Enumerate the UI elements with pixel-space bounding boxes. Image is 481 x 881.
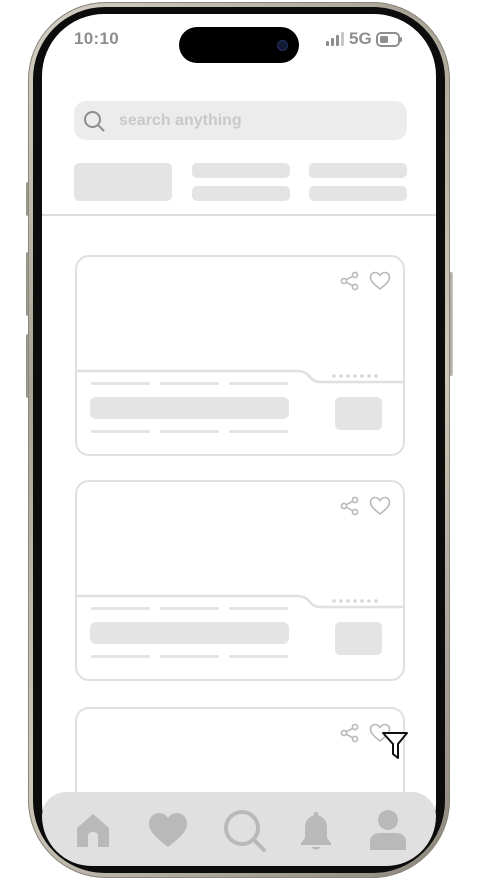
card-text-line [160, 655, 219, 658]
share-icon[interactable] [340, 496, 360, 516]
filter-chip-line[interactable] [309, 163, 407, 178]
filter-chip-line[interactable] [309, 186, 407, 201]
share-icon[interactable] [340, 723, 360, 743]
filter-chip-primary[interactable] [74, 163, 172, 201]
network-type: 5G [349, 29, 372, 48]
card-text-line [160, 382, 219, 385]
card-text-line [91, 430, 150, 433]
card-title-bar [90, 397, 289, 419]
card-text-line [229, 655, 288, 658]
search-icon[interactable] [223, 809, 267, 853]
status-indicators: 5G [326, 29, 403, 49]
front-camera [277, 40, 288, 51]
card-action-button[interactable] [335, 397, 382, 430]
status-time: 10:10 [74, 29, 119, 48]
card-text-line [160, 430, 219, 433]
signal-icon [326, 32, 344, 46]
heart-icon[interactable] [147, 811, 189, 849]
search-icon [84, 111, 105, 132]
card-text-line [160, 607, 219, 610]
heart-icon[interactable] [369, 271, 391, 291]
card-image-divider [76, 594, 405, 609]
filter-chip-line[interactable] [192, 163, 290, 178]
search-placeholder: search anything [119, 112, 242, 129]
card-image-divider [76, 369, 405, 384]
header-divider [42, 214, 436, 216]
filter-icon[interactable] [381, 731, 409, 761]
card-text-line [91, 382, 150, 385]
heart-icon[interactable] [369, 496, 391, 516]
card-text-line [91, 655, 150, 658]
card-text-line [229, 382, 288, 385]
card-text-line [91, 607, 150, 610]
share-icon[interactable] [340, 271, 360, 291]
card-title-bar [90, 622, 289, 644]
bell-icon[interactable] [299, 810, 333, 852]
card-text-line [229, 607, 288, 610]
battery-icon [375, 31, 402, 47]
home-icon[interactable] [74, 811, 112, 849]
profile-icon[interactable] [368, 809, 408, 851]
card-action-button[interactable] [335, 622, 382, 655]
card-text-line [229, 430, 288, 433]
filter-chip-line[interactable] [192, 186, 290, 201]
